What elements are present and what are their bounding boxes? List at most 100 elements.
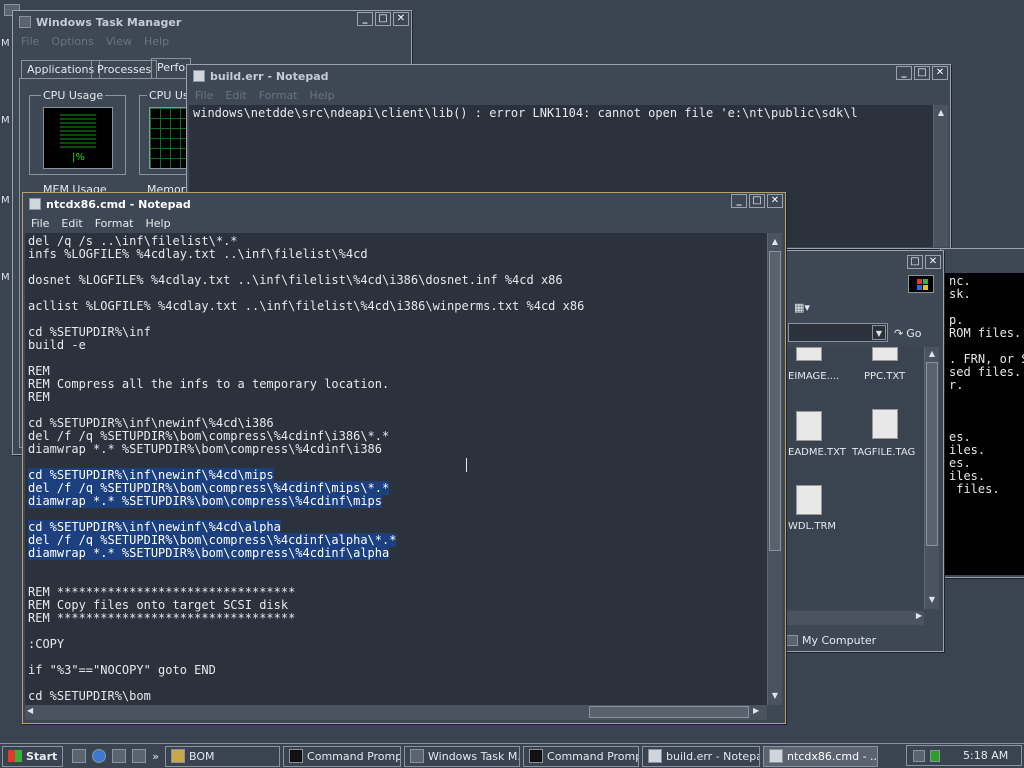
tab-applications[interactable]: Applications — [21, 60, 101, 79]
notepad-icon — [193, 70, 205, 82]
notepad-title: ntcdx86.cmd - Notepad — [46, 197, 191, 211]
task-command-prompt-1[interactable]: Command Promp... — [283, 745, 402, 767]
menu-help[interactable]: Help — [310, 89, 335, 102]
maximize-button[interactable]: □ — [375, 12, 391, 26]
selected-text: cd %SETUPDIR%\inf\newinf\%4cd\mips — [28, 468, 274, 482]
build-err-line: windows\netdde\src\ndeapi\client\lib() :… — [193, 107, 858, 120]
scroll-right-button[interactable]: ▶ — [753, 706, 759, 715]
cpu-meter-bars — [60, 114, 96, 148]
file-name[interactable]: EIMAGE.... — [788, 371, 839, 382]
task-bom[interactable]: BOM — [165, 745, 281, 767]
close-button[interactable]: ✕ — [925, 255, 941, 269]
text-line: :COPY — [28, 637, 65, 651]
command-prompt-output: nc. sk. p. ROM files.. FRN, or Ssed files. r… — [945, 273, 1024, 575]
task-manager-titlebar[interactable]: Windows Task Manager — [15, 13, 409, 31]
menu-format[interactable]: Format — [95, 217, 134, 230]
desktop-letter: M — [1, 272, 10, 283]
text-line: dosnet %LOGFILE% %4cdlay.txt ..\inf\file… — [28, 273, 563, 287]
scroll-up-button[interactable]: ▲ — [934, 106, 948, 120]
scroll-left-button[interactable]: ◀ — [27, 706, 33, 715]
notepad-vscrollbar[interactable]: ▲ ▼ — [767, 233, 782, 705]
task-label: BOM — [189, 749, 215, 763]
explorer-hscrollbar[interactable]: ▶ — [784, 611, 924, 625]
text-line: REM — [28, 390, 50, 404]
text-line: cd %SETUPDIR%\inf — [28, 325, 151, 339]
scroll-thumb[interactable] — [589, 706, 749, 718]
task-command-prompt-2[interactable]: Command Prompt — [523, 745, 640, 767]
trm-file-icon[interactable] — [796, 485, 822, 515]
minimize-button[interactable]: _ — [896, 66, 912, 80]
file-icon[interactable] — [796, 347, 822, 361]
notepad-hscrollbar[interactable]: ◀ ▶ — [25, 705, 767, 720]
dropdown-arrow-icon[interactable]: ▼ — [872, 325, 886, 340]
desktop-letter: M — [1, 195, 10, 206]
menu-view[interactable]: View — [106, 35, 132, 48]
build-err-titlebar[interactable]: build.err - Notepad — [189, 67, 948, 85]
scroll-thumb[interactable] — [926, 362, 938, 546]
internet-explorer-icon[interactable] — [92, 749, 107, 763]
menu-file[interactable]: File — [31, 217, 49, 230]
scroll-down-button[interactable]: ▼ — [768, 689, 782, 703]
notepad-text-area[interactable]: del /q /s ..\inf\filelist\*.* infs %LOGFI… — [25, 233, 767, 705]
menu-file[interactable]: File — [21, 35, 39, 48]
minimize-button[interactable]: _ — [731, 194, 747, 208]
close-button[interactable]: ✕ — [393, 12, 409, 26]
outlook-icon[interactable] — [112, 749, 127, 763]
file-name[interactable]: TAGFILE.TAG — [852, 447, 915, 458]
scroll-thumb[interactable] — [769, 251, 781, 551]
close-button[interactable]: ✕ — [932, 66, 948, 80]
tab-processes[interactable]: Processes — [91, 60, 158, 79]
task-task-manager[interactable]: Windows Task M... — [404, 745, 521, 767]
quick-launch-chevron[interactable]: » — [152, 750, 159, 763]
menu-help[interactable]: Help — [144, 35, 169, 48]
tray-network-icon[interactable] — [913, 749, 925, 762]
menu-file[interactable]: File — [195, 89, 213, 102]
notepad-titlebar[interactable]: ntcdx86.cmd - Notepad — [25, 195, 783, 213]
maximize-button[interactable]: □ — [749, 194, 765, 208]
search-icon[interactable] — [132, 749, 147, 763]
views-button[interactable]: ▦▾ — [794, 301, 820, 317]
file-name[interactable]: EADME.TXT — [788, 447, 846, 458]
file-icon[interactable] — [872, 347, 898, 361]
status-text: My Computer — [802, 633, 877, 647]
explorer-vscrollbar[interactable]: ▲ ▼ — [924, 347, 939, 609]
windows-logo-icon — [908, 275, 934, 293]
scroll-up-button[interactable]: ▲ — [925, 347, 939, 361]
tab-performance[interactable]: Performance — [151, 58, 191, 79]
file-name[interactable]: WDL.TRM — [788, 521, 836, 532]
scroll-up-button[interactable]: ▲ — [768, 235, 782, 249]
menu-help[interactable]: Help — [146, 217, 171, 230]
notepad-main-window: ntcdx86.cmd - Notepad _ □ ✕ File Edit Fo… — [22, 192, 786, 724]
close-button[interactable]: ✕ — [767, 194, 783, 208]
cpu-usage-meter: |% — [43, 107, 113, 169]
task-build-err[interactable]: build.err - Notepad — [642, 745, 761, 767]
go-arrow-icon: ↷ — [894, 326, 904, 340]
task-label: Command Prompt — [547, 749, 640, 763]
address-dropdown[interactable]: ▼ — [788, 323, 888, 342]
menu-format[interactable]: Format — [259, 89, 298, 102]
text-file-icon[interactable] — [796, 411, 822, 441]
maximize-button[interactable]: □ — [907, 255, 923, 269]
maximize-button[interactable]: □ — [914, 66, 930, 80]
tag-file-icon[interactable] — [872, 409, 898, 439]
text-line: infs %LOGFILE% %4cdlay.txt ..\inf\fileli… — [28, 247, 368, 261]
menu-edit[interactable]: Edit — [225, 89, 246, 102]
explorer-window: □ ✕ ▦▾ ▼ ↷ Go EIMAGE.... PPC.TXT EADME.T… — [782, 250, 944, 652]
build-err-vscrollbar[interactable]: ▲ — [933, 105, 948, 247]
show-desktop-icon[interactable] — [72, 749, 87, 763]
minimize-button[interactable]: _ — [357, 12, 373, 26]
text-line — [28, 625, 764, 638]
go-button[interactable]: ↷ Go — [894, 324, 936, 342]
build-err-title: build.err - Notepad — [210, 69, 329, 83]
text-line — [28, 560, 764, 573]
tray-status-icon[interactable] — [930, 749, 940, 762]
command-prompt-titlebar[interactable] — [941, 249, 1024, 271]
start-button[interactable]: Start — [2, 745, 64, 767]
scroll-down-button[interactable]: ▼ — [925, 593, 939, 607]
task-ntcdx86[interactable]: ntcdx86.cmd - ... — [763, 745, 879, 767]
menu-edit[interactable]: Edit — [61, 217, 82, 230]
file-name[interactable]: PPC.TXT — [864, 371, 905, 382]
menu-options[interactable]: Options — [51, 35, 93, 48]
